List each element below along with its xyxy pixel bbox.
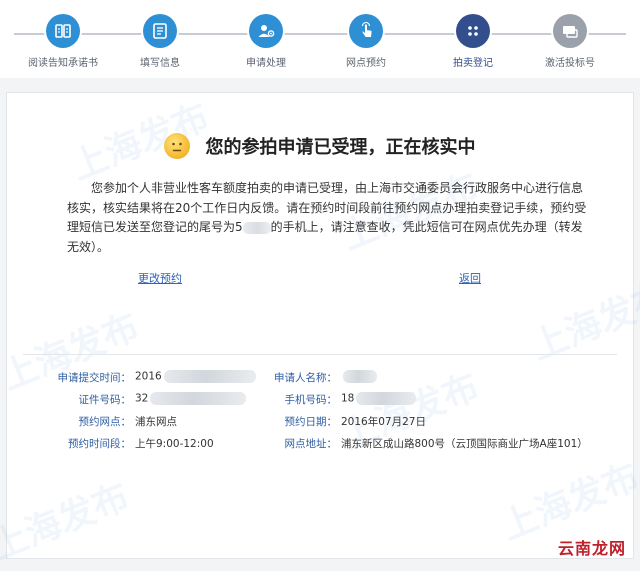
masked-phone-digits: [242, 221, 271, 234]
step-label: 网点预约: [346, 58, 386, 69]
outlet-address-value: 浦东新区成山路800号（云顶国际商业广场A座101）: [341, 438, 588, 450]
applicant-value: [341, 370, 377, 383]
applicant-label: 申请人名称：: [274, 372, 337, 384]
detail-row: 预约网点： 浦东网点 预约日期： 2016年07月27日: [7, 414, 633, 432]
settings-user-icon: [249, 14, 283, 48]
outlet-address-label: 网点地址：: [284, 438, 338, 450]
source-logo: 云南龙网: [557, 539, 626, 558]
step-processing: 申请处理: [218, 14, 314, 69]
redacted-blur: [343, 370, 377, 383]
time-slot-label: 预约时间段：: [68, 438, 131, 450]
appointment-date-value: 2016年07月27日: [341, 416, 426, 428]
detail-row: 预约时间段： 上午9:00-12:00 网点地址： 浦东新区成山路800号（云顶…: [7, 436, 633, 454]
notice-message: 您参加个人非营业性客车额度拍卖的申请已受理，由上海市交通委员会行政服务中心进行信…: [67, 179, 587, 257]
detail-row: 申请提交时间： 2016 申请人名称：: [7, 370, 633, 388]
notice-title: 您的参拍申请已受理，正在核实中: [205, 137, 476, 158]
card-icon: [553, 14, 587, 48]
notice-title-row: 您的参拍申请已受理，正在核实中: [7, 133, 633, 159]
modify-appointment-link[interactable]: 更改预约: [138, 270, 182, 286]
worried-face-icon: [164, 133, 191, 159]
step-label: 阅读告知承诺书: [28, 58, 98, 69]
outlet-value: 浦东网点: [135, 416, 177, 428]
step-outlet-booking: 网点预约: [318, 14, 414, 69]
appointment-date-label: 预约日期：: [284, 416, 338, 428]
step-read-notice: 阅读告知承诺书: [15, 14, 111, 69]
step-label: 拍卖登记: [453, 58, 493, 69]
id-number-label: 证件号码：: [78, 394, 132, 406]
step-fill-info: 填写信息: [112, 14, 208, 69]
step-label: 激活投标号: [545, 58, 595, 69]
progress-steps: 阅读告知承诺书 填写信息 申请处理 网点预约 拍卖登记 激活投标号: [0, 0, 640, 78]
form-icon: [143, 14, 177, 48]
step-activate-bid: 激活投标号: [522, 14, 618, 69]
step-label: 申请处理: [246, 58, 286, 69]
dots-icon: [456, 14, 490, 48]
watermark: 上海发布: [0, 476, 135, 569]
phone-label: 手机号码：: [284, 394, 338, 406]
redacted-blur: [150, 392, 247, 405]
time-slot-value: 上午9:00-12:00: [135, 438, 214, 450]
book-icon: [46, 14, 80, 48]
redacted-blur: [356, 392, 417, 405]
section-divider: [23, 354, 617, 355]
step-label: 填写信息: [140, 58, 180, 69]
id-number-value: 32: [135, 392, 247, 405]
submit-time-label: 申请提交时间：: [57, 372, 132, 384]
status-card: 上海发布 上海发布 上海发布 上海发布 上海发布 上海发布 上海发布 您的参拍申…: [0, 92, 640, 568]
outlet-label: 预约网点：: [78, 416, 132, 428]
tap-hand-icon: [349, 14, 383, 48]
detail-row: 证件号码： 32 手机号码： 18: [7, 392, 633, 410]
phone-value: 18: [341, 392, 417, 405]
step-auction-register: 拍卖登记: [425, 14, 521, 69]
back-link[interactable]: 返回: [459, 270, 481, 286]
